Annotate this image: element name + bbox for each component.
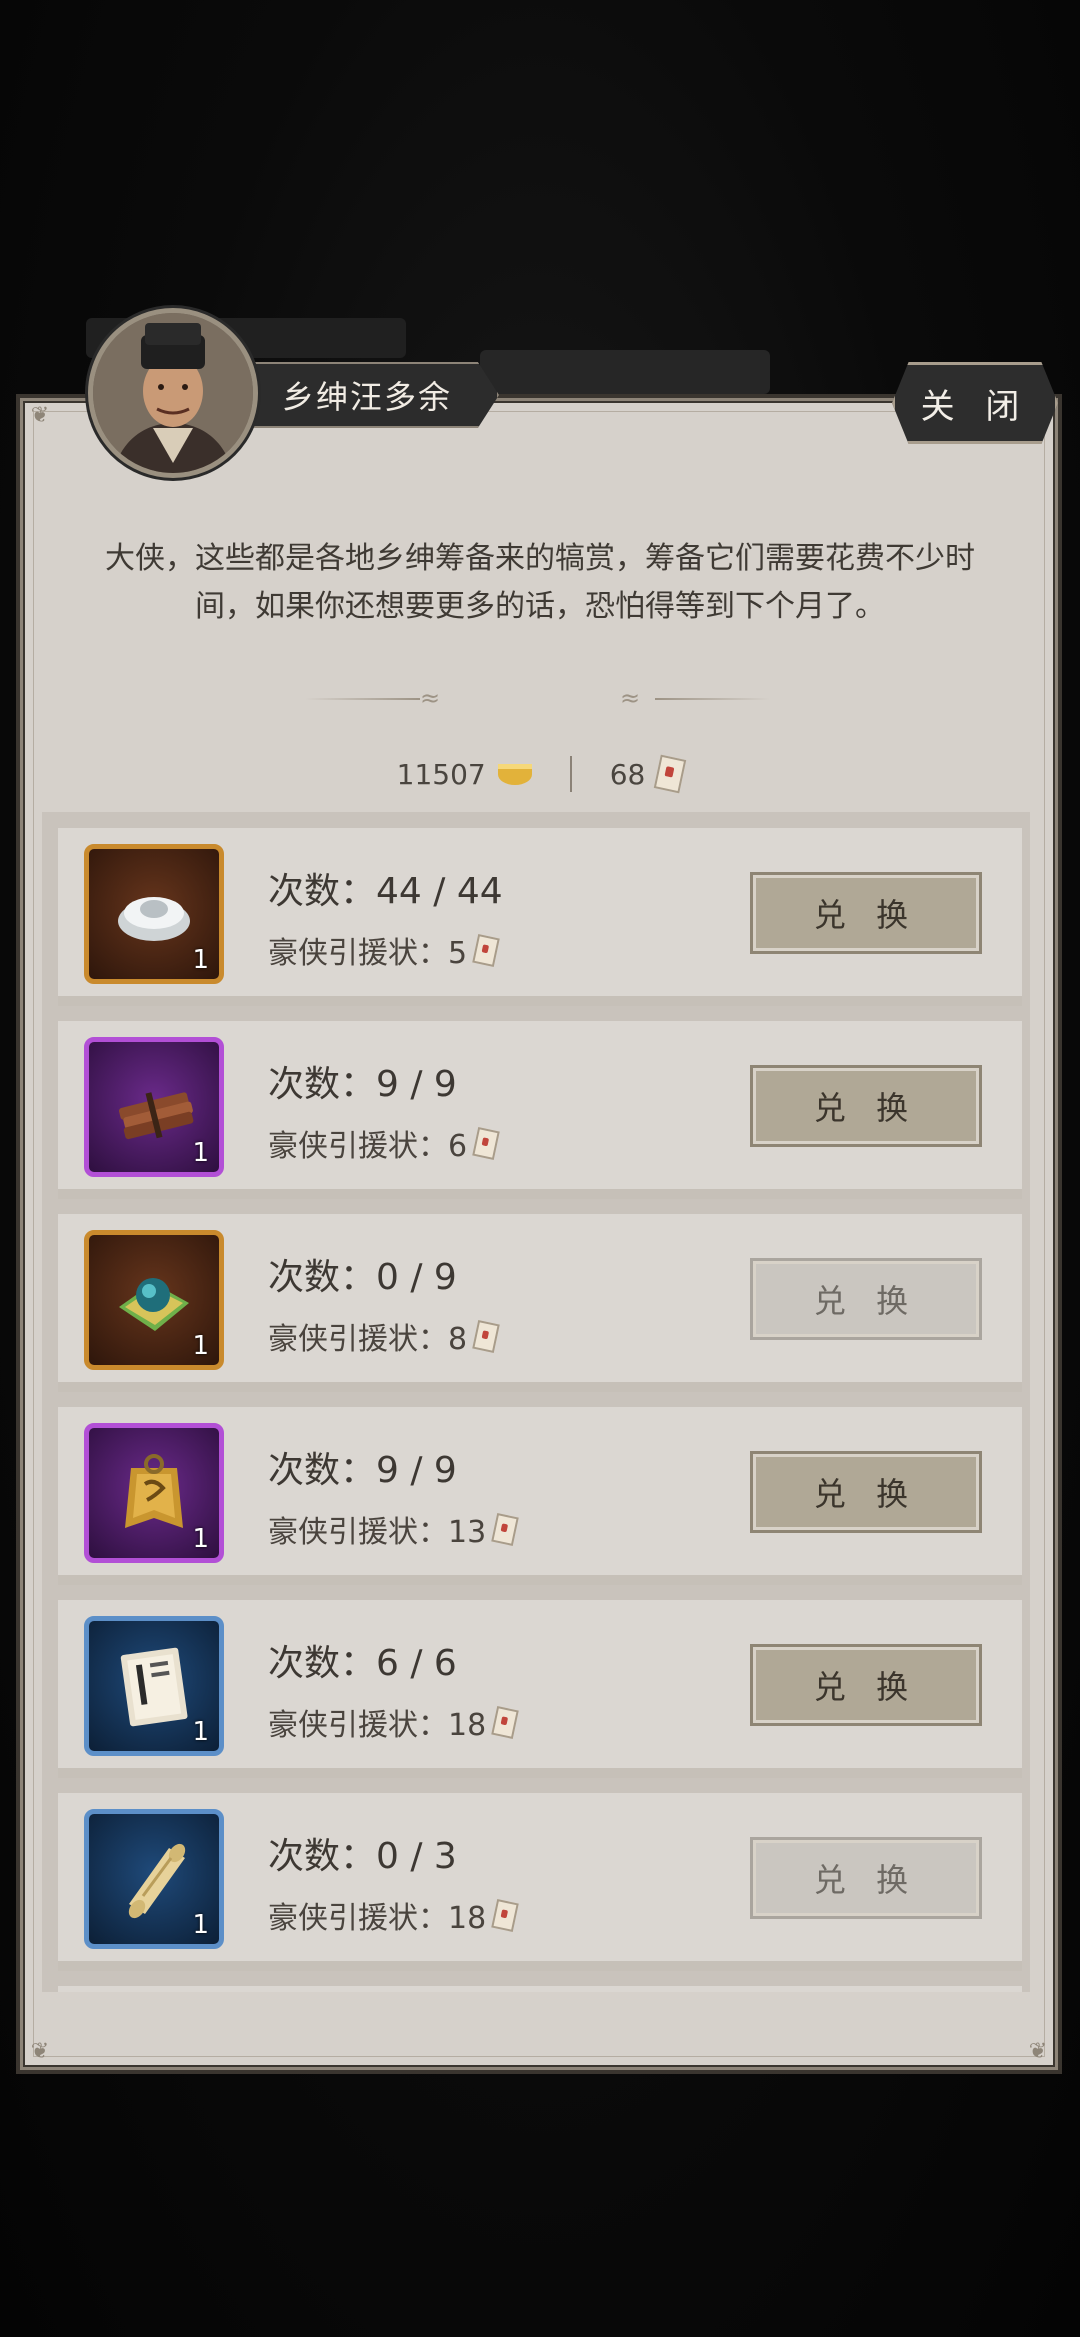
corner-ornament-icon: ❦ [30, 2039, 50, 2064]
ticket-cost: 豪侠引援状：5 [268, 928, 500, 972]
corner-ornament-icon: ❦ [30, 403, 50, 428]
item-slot[interactable]: 1 [84, 1037, 224, 1177]
ticket-icon [491, 1898, 519, 1932]
ticket-cost: 豪侠引援状：13 [268, 1507, 519, 1551]
item-slot[interactable]: 1 [84, 844, 224, 984]
list-item-partial [58, 1986, 1022, 1992]
divider-left [305, 698, 420, 700]
ticket-icon [472, 1126, 500, 1160]
item-quantity: 1 [192, 1138, 209, 1168]
redeem-label: 兑 换 [813, 1089, 919, 1127]
manual-book-icon [120, 1647, 188, 1727]
redeem-count: 次数：9 / 9 [268, 1450, 457, 1491]
ticket-icon [491, 1512, 519, 1546]
item-slot[interactable]: 1 [84, 1230, 224, 1370]
item-slot[interactable]: 1 [84, 1616, 224, 1756]
ticket-cost-text: 豪侠引援状：5 [268, 936, 468, 971]
item-quantity: 1 [192, 1910, 209, 1940]
jade-orb-icon [119, 1278, 189, 1331]
divider-swirl-icon: ≈ [420, 684, 441, 712]
bronze-token-icon [125, 1454, 183, 1528]
redeem-label: 兑 换 [813, 1475, 919, 1513]
ticket-cost: 豪侠引援状：18 [268, 1893, 519, 1937]
list-item: 1 次数：9 / 9 豪侠引援状：13 兑 换 [58, 1407, 1022, 1585]
item-quantity: 1 [192, 1717, 209, 1747]
close-button[interactable]: 关 闭 [892, 362, 1058, 444]
npc-name-plate: 乡绅汪多余 [235, 362, 499, 428]
silver-ingot-icon [497, 763, 532, 785]
item-slot[interactable]: 1 [84, 1423, 224, 1563]
npc-dialogue-text: 大侠，这些都是各地乡绅筹备来的犒赏，筹备它们需要花费不少时间，如果你还想要更多的… [105, 541, 975, 624]
ticket-cost: 豪侠引援状：6 [268, 1121, 500, 1165]
ticket-cost-text: 豪侠引援状：18 [268, 1708, 487, 1743]
redeem-button[interactable]: 兑 换 [750, 1837, 982, 1919]
item-quantity: 1 [192, 1524, 209, 1554]
ticket-cost-text: 豪侠引援状：8 [268, 1322, 468, 1357]
npc-name: 乡绅汪多余 [281, 378, 452, 416]
redeem-label: 兑 换 [813, 1668, 919, 1706]
list-item: 1 次数：44 / 44 豪侠引援状：5 兑 换 [58, 828, 1022, 1006]
ticket-icon [491, 1705, 519, 1739]
ticket-icon [472, 1319, 500, 1353]
corner-ornament-icon: ❦ [1028, 2039, 1048, 2064]
redeem-label: 兑 换 [813, 1282, 919, 1320]
divider-swirl-icon: ≈ [620, 684, 641, 712]
redeem-label: 兑 换 [813, 896, 919, 934]
item-quantity: 1 [192, 945, 209, 975]
exchange-list[interactable]: 1 次数：44 / 44 豪侠引援状：5 兑 换 1 次数：9 / 9 豪侠引援… [42, 812, 1030, 1992]
redeem-button[interactable]: 兑 换 [750, 1451, 982, 1533]
ticket-cost: 豪侠引援状：18 [268, 1700, 519, 1744]
list-item: 1 次数：0 / 3 豪侠引援状：18 兑 换 [58, 1793, 1022, 1971]
redeem-count: 次数：44 / 44 [268, 871, 503, 912]
redeem-button[interactable]: 兑 换 [750, 1644, 982, 1726]
redeem-count: 次数：9 / 9 [268, 1064, 457, 1105]
redeem-count: 次数：0 / 3 [268, 1836, 457, 1877]
divider-right [655, 698, 770, 700]
recommendation-ticket-icon [654, 754, 687, 794]
background-panel-ghost [480, 350, 770, 394]
ticket-cost-text: 豪侠引援状：6 [268, 1129, 468, 1164]
ticket-icon [472, 933, 500, 967]
npc-avatar [88, 308, 258, 478]
item-quantity: 1 [192, 1331, 209, 1361]
redeem-button[interactable]: 兑 换 [750, 872, 982, 954]
redeem-button[interactable]: 兑 换 [750, 1258, 982, 1340]
currency-bar: 11507 68 [0, 750, 1080, 798]
currency-separator [569, 756, 572, 792]
item-slot[interactable]: 1 [84, 1809, 224, 1949]
list-item: 1 次数：6 / 6 豪侠引援状：18 兑 换 [58, 1600, 1022, 1778]
ticket-cost-text: 豪侠引援状：18 [268, 1901, 487, 1936]
scroll-icon [128, 1843, 186, 1919]
npc-portrait-icon [93, 313, 253, 473]
ticket-cost-text: 豪侠引援状：13 [268, 1515, 487, 1550]
list-item: 1 次数：9 / 9 豪侠引援状：6 兑 换 [58, 1021, 1022, 1199]
wood-bundle-icon [118, 1092, 194, 1140]
redeem-button[interactable]: 兑 换 [750, 1065, 982, 1147]
silver-ingot-icon [118, 897, 190, 941]
ticket-cost: 豪侠引援状：8 [268, 1314, 500, 1358]
close-label: 关 闭 [920, 386, 1030, 427]
list-item: 1 次数：0 / 9 豪侠引援状：8 兑 换 [58, 1214, 1022, 1392]
redeem-label: 兑 换 [813, 1861, 919, 1899]
ticket-amount: 68 [609, 757, 646, 791]
silver-amount: 11507 [396, 757, 486, 791]
redeem-count: 次数：6 / 6 [268, 1643, 457, 1684]
redeem-count: 次数：0 / 9 [268, 1257, 457, 1298]
